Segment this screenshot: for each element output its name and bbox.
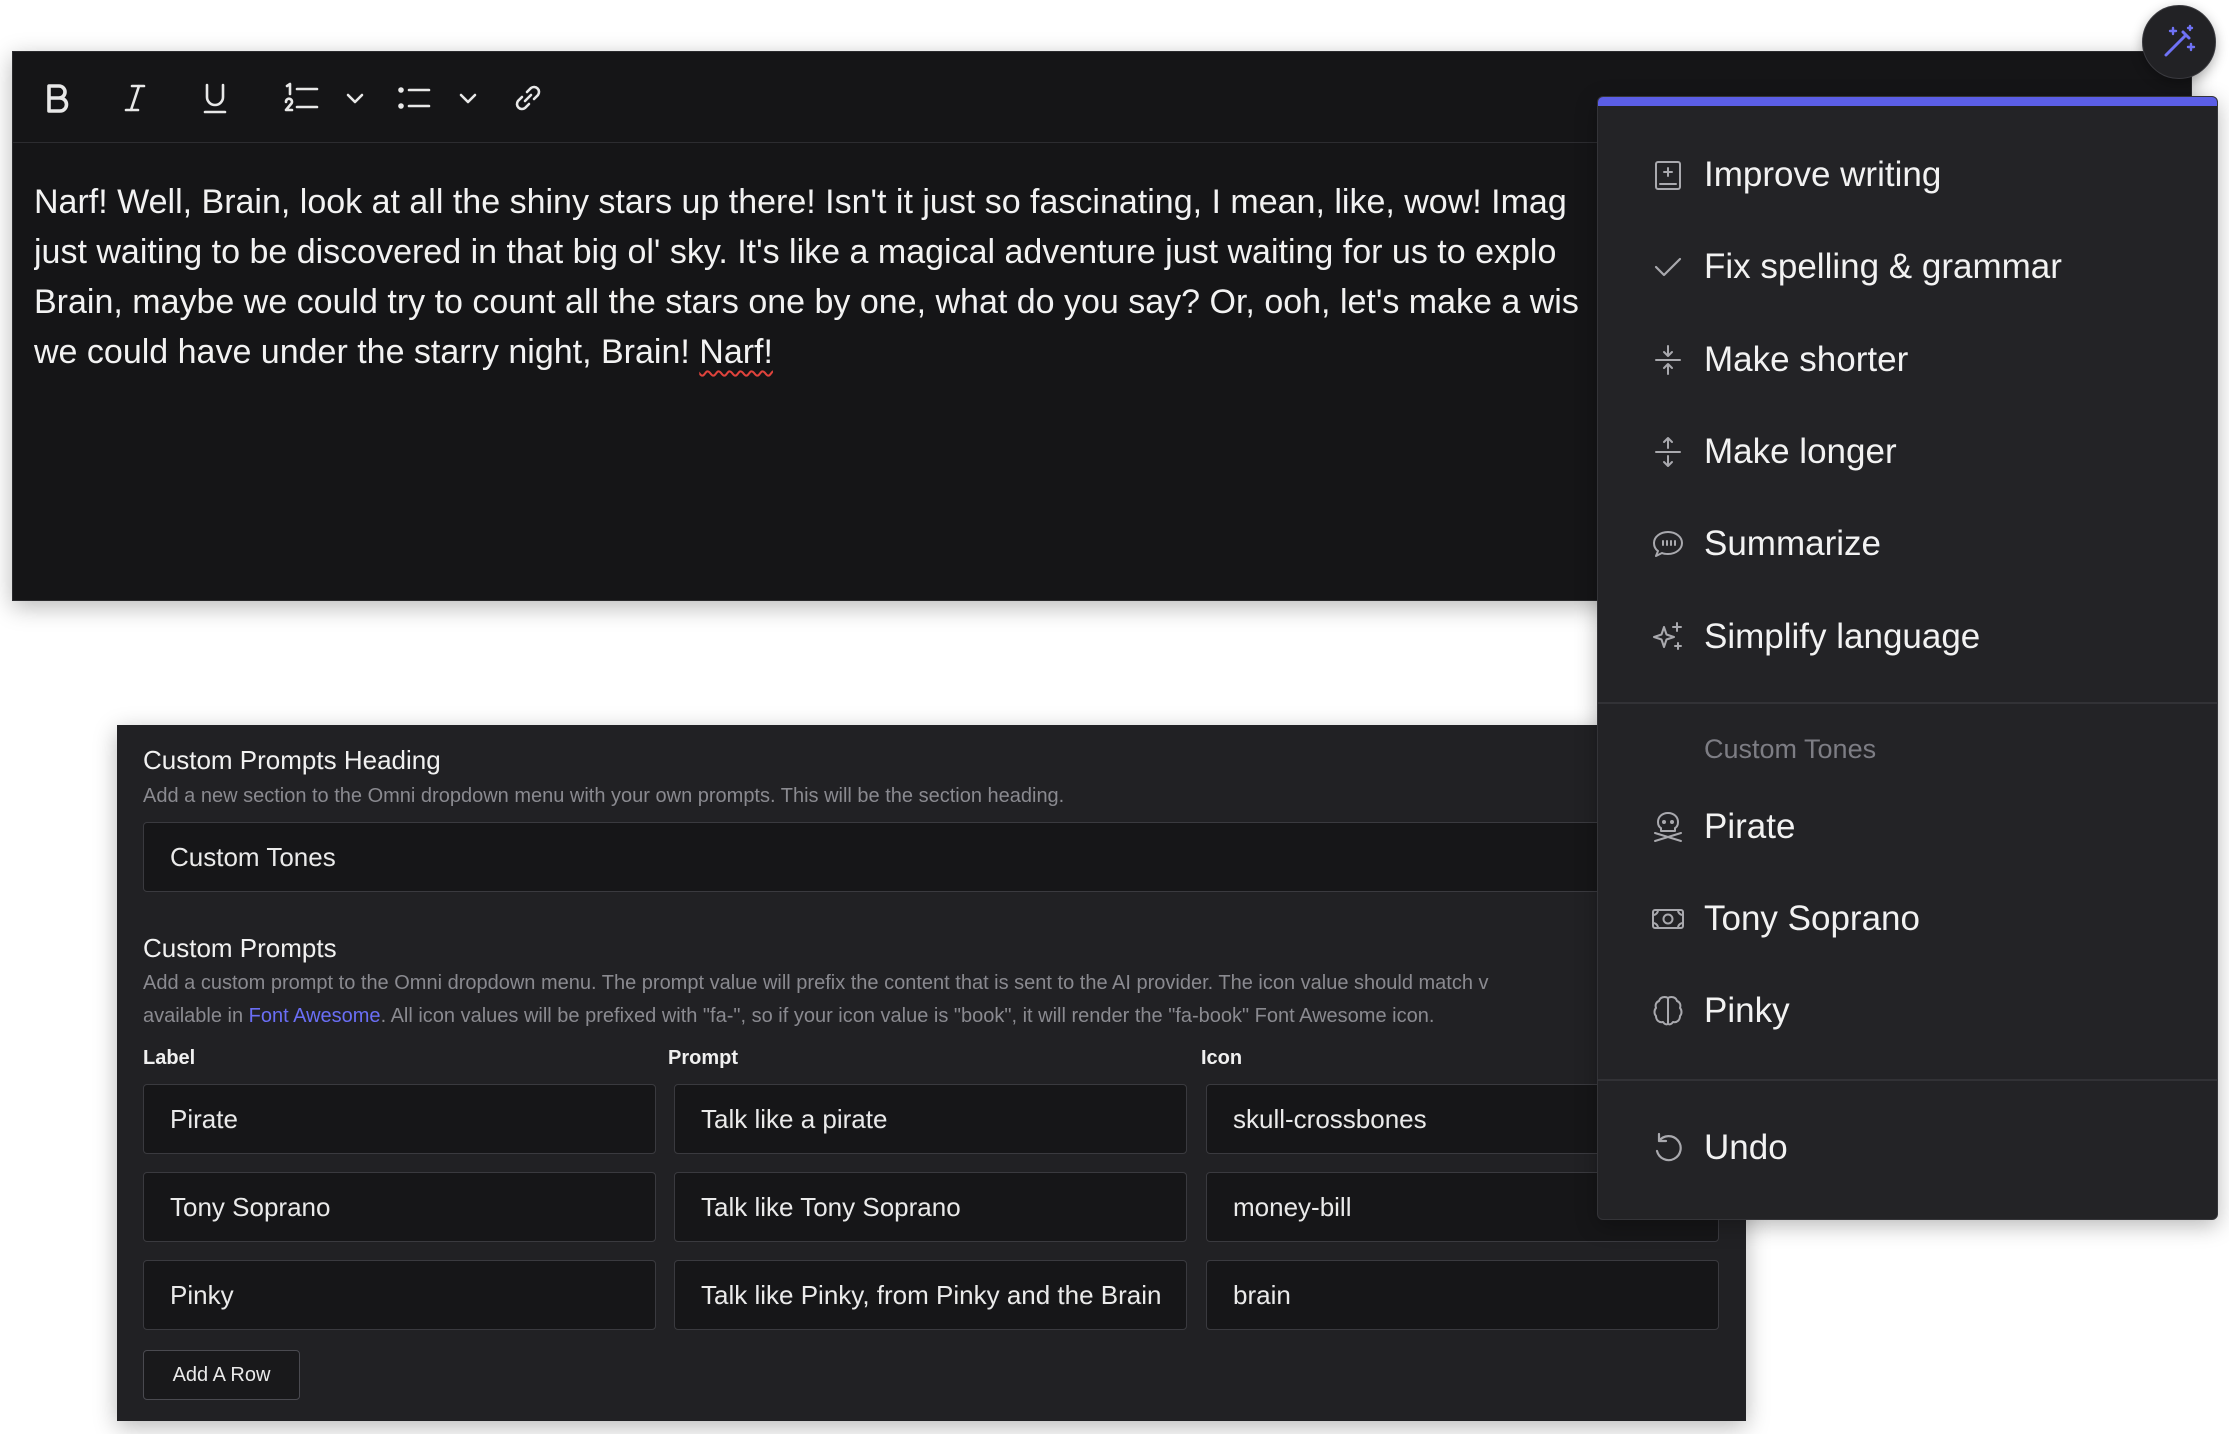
column-header-icon: Icon (1201, 1047, 1243, 1069)
misspelled-word[interactable]: Narf! (699, 333, 773, 371)
menu-item-label: Tony Soprano (1704, 899, 1920, 938)
prompts-field-description-2: available in Font Awesome. All icon valu… (143, 1000, 1434, 1033)
heading-input[interactable]: Custom Tones (143, 822, 1719, 892)
skull-crossbones-icon (1650, 809, 1686, 845)
row-label-input[interactable]: Pirate (143, 1084, 656, 1154)
row-prompt-input[interactable]: Talk like Tony Soprano (674, 1172, 1187, 1242)
menu-item-pinky[interactable]: Pinky (1650, 981, 1790, 1041)
desc-text: . All icon values will be prefixed with … (380, 1005, 1435, 1027)
bullet-list-button[interactable] (387, 72, 439, 124)
prompts-field-description: Add a custom prompt to the Omni dropdown… (143, 972, 1489, 994)
link-button[interactable] (502, 72, 554, 124)
font-awesome-link[interactable]: Font Awesome (249, 1005, 381, 1027)
menu-divider (1598, 1079, 2217, 1081)
editor-line: just waiting to be discovered in that bi… (34, 233, 1557, 271)
menu-accent-bar (1598, 97, 2217, 106)
editor-content[interactable]: Narf! Well, Brain, look at all the shiny… (34, 177, 1604, 377)
italic-icon (124, 84, 146, 112)
italic-button[interactable] (109, 72, 161, 124)
menu-item-undo[interactable]: Undo (1650, 1118, 1788, 1178)
row-prompt-input[interactable]: Talk like a pirate (674, 1084, 1187, 1154)
menu-item-label: Pinky (1704, 991, 1790, 1030)
magic-wand-icon (2164, 24, 2196, 57)
undo-icon (1650, 1130, 1686, 1166)
add-row-button[interactable]: Add A Row (143, 1350, 300, 1400)
menu-item-label: Simplify language (1704, 617, 1981, 656)
desc-text: available in (143, 1005, 249, 1027)
numbered-list-dropdown[interactable] (329, 72, 381, 124)
menu-item-label: Make longer (1704, 432, 1897, 471)
menu-item-simplify-language[interactable]: Simplify language (1650, 607, 1980, 667)
menu-divider (1598, 702, 2217, 704)
sparkles-icon (1650, 619, 1686, 655)
menu-item-improve-writing[interactable]: Improve writing (1650, 145, 1941, 205)
quote-bubble-icon (1650, 526, 1686, 562)
custom-section-title: Custom Tones (1704, 734, 1877, 764)
bullet-list-icon (398, 87, 431, 109)
brain-icon (1650, 993, 1686, 1029)
bullet-list-dropdown[interactable] (442, 72, 494, 124)
column-header-label: Label (143, 1047, 196, 1069)
editor-line: Narf! Well, Brain, look at all the shiny… (34, 183, 1567, 221)
row-icon-input[interactable]: brain (1206, 1260, 1719, 1330)
chevron-down-icon (459, 93, 477, 104)
editor-line: Brain, maybe we could try to count all t… (34, 283, 1579, 321)
underline-icon (203, 83, 227, 114)
menu-item-label: Pirate (1704, 807, 1796, 846)
menu-item-tony-soprano[interactable]: Tony Soprano (1650, 889, 1920, 949)
bold-button[interactable] (31, 72, 83, 124)
menu-item-summarize[interactable]: Summarize (1650, 514, 1881, 574)
bold-icon (47, 84, 69, 113)
underline-button[interactable] (189, 72, 241, 124)
compress-icon (1650, 342, 1686, 378)
menu-item-pirate[interactable]: Pirate (1650, 797, 1795, 857)
numbered-list-icon (284, 82, 319, 112)
menu-item-label: Improve writing (1704, 155, 1942, 194)
editor-line: we could have under the starry night, Br… (34, 327, 1604, 377)
menu-item-label: Fix spelling & grammar (1704, 247, 2062, 286)
column-header-prompt: Prompt (668, 1047, 738, 1069)
prompts-field-title: Custom Prompts (143, 933, 337, 963)
menu-item-make-longer[interactable]: Make longer (1650, 422, 1897, 482)
improve-writing-icon (1650, 157, 1686, 193)
omni-ai-button[interactable] (2142, 5, 2216, 79)
chevron-down-icon (346, 93, 364, 104)
menu-item-label: Summarize (1704, 524, 1881, 563)
row-label-input[interactable]: Pinky (143, 1260, 656, 1330)
check-icon (1650, 249, 1686, 285)
menu-item-fix-spelling[interactable]: Fix spelling & grammar (1650, 237, 2062, 297)
heading-field-description: Add a new section to the Omni dropdown m… (143, 785, 1065, 807)
custom-prompts-settings: Custom Prompts Heading Add a new section… (117, 725, 1746, 1421)
menu-item-make-shorter[interactable]: Make shorter (1650, 330, 1908, 390)
row-prompt-input[interactable]: Talk like Pinky, from Pinky and the Brai… (674, 1260, 1187, 1330)
numbered-list-button[interactable] (275, 72, 327, 124)
money-bill-icon (1650, 901, 1686, 937)
expand-icon (1650, 434, 1686, 470)
omni-dropdown-menu: Improve writing Fix spelling & grammar M… (1597, 96, 2218, 1220)
link-icon (515, 85, 541, 111)
row-label-input[interactable]: Tony Soprano (143, 1172, 656, 1242)
menu-item-label: Undo (1704, 1128, 1788, 1167)
heading-field-title: Custom Prompts Heading (143, 745, 441, 775)
editor-line-text: we could have under the starry night, Br… (34, 333, 700, 371)
menu-item-label: Make shorter (1704, 340, 1909, 379)
